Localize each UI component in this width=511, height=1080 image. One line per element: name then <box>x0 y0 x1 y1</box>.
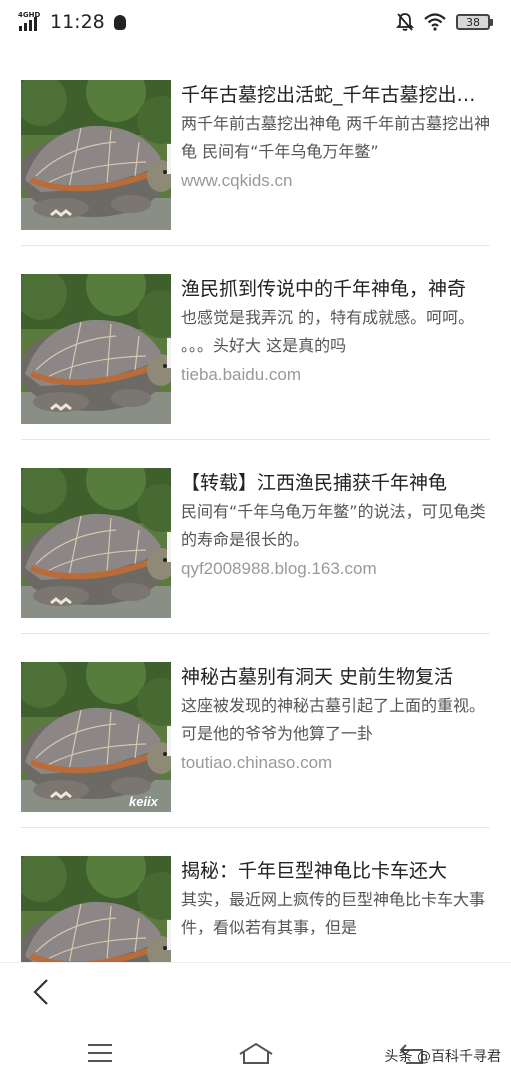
back-button[interactable] <box>24 975 58 1009</box>
qq-penguin-icon <box>113 14 126 30</box>
result-snippet: 这座被发现的神秘古墓引起了上面的重视。 可是他的爷爷为他算了一卦 <box>181 696 486 743</box>
menu-icon <box>88 1044 112 1062</box>
result-title[interactable]: 【转载】江西渔民捕获千年神龟 <box>181 468 491 498</box>
result-title[interactable]: 千年古墓挖出活蛇_千年古墓挖出活蛇 <box>181 80 491 110</box>
search-result[interactable]: keiix 神秘古墓别有洞天 史前生物复活 这座被发现的神秘古墓引起了上面的重视… <box>0 634 511 828</box>
result-title[interactable]: 揭秘：千年巨型神龟比卡车还大 <box>181 856 491 886</box>
result-thumbnail[interactable] <box>21 274 171 424</box>
wifi-icon <box>424 13 446 31</box>
result-title[interactable]: 神秘古墓别有洞天 史前生物复活 <box>181 662 491 692</box>
status-bar: 4GHD 11:28 38 <box>0 0 511 44</box>
result-url: toutiao.chinaso.com <box>181 753 333 772</box>
battery-level: 38 <box>466 15 480 29</box>
result-title[interactable]: 渔民抓到传说中的千年神龟，神奇 <box>181 274 491 304</box>
result-url: tieba.baidu.com <box>181 365 302 384</box>
result-snippet: 也感觉是我弄沉 的，特有成就感。呵呵。 。。。头好大 这是真的吗 <box>181 308 475 355</box>
home-button[interactable] <box>236 1033 276 1073</box>
image-watermark: keiix <box>129 794 159 809</box>
result-snippet: 两千年前古墓挖出神龟 两千年前古墓挖出神龟 民间有“千年乌龟万年鳖” <box>181 114 491 161</box>
battery-icon: 38 <box>456 14 493 30</box>
result-snippet: 民间有“千年乌龟万年鳖”的说法，可见龟类的寿命是很长的。 <box>181 502 486 549</box>
result-thumbnail[interactable] <box>21 468 171 618</box>
result-thumbnail[interactable] <box>21 80 171 230</box>
clock: 11:28 <box>50 11 105 33</box>
result-thumbnail[interactable] <box>21 856 171 962</box>
menu-button[interactable] <box>80 1033 120 1073</box>
bottom-bar: 头条 @百科千寻君 <box>0 962 511 1080</box>
search-result[interactable]: 渔民抓到传说中的千年神龟，神奇 也感觉是我弄沉 的，特有成就感。呵呵。 。。。头… <box>0 246 511 440</box>
search-result[interactable]: 【转载】江西渔民捕获千年神龟 民间有“千年乌龟万年鳖”的说法，可见龟类的寿命是很… <box>0 440 511 634</box>
mute-icon <box>396 13 414 31</box>
result-thumbnail[interactable]: keiix <box>21 662 171 812</box>
home-icon <box>239 1042 273 1064</box>
search-result[interactable]: 千年古墓挖出活蛇_千年古墓挖出活蛇 两千年前古墓挖出神龟 两千年前古墓挖出神龟 … <box>0 52 511 246</box>
result-snippet: 其实，最近网上疯传的巨型神龟比卡车大事件，看似若有其事，但是 <box>181 890 486 937</box>
result-url: www.cqkids.cn <box>181 171 293 190</box>
watermark: 头条 @百科千寻君 <box>384 1049 501 1065</box>
search-result[interactable]: 揭秘：千年巨型神龟比卡车还大 其实，最近网上疯传的巨型神龟比卡车大事件，看似若有… <box>0 828 511 962</box>
search-results-list: 千年古墓挖出活蛇_千年古墓挖出活蛇 两千年前古墓挖出神龟 两千年前古墓挖出神龟 … <box>0 52 511 962</box>
result-url: qyf2008988.blog.163.com <box>181 559 377 578</box>
signal-icon: 4GHD <box>18 12 42 32</box>
chevron-left-icon <box>33 979 48 1005</box>
